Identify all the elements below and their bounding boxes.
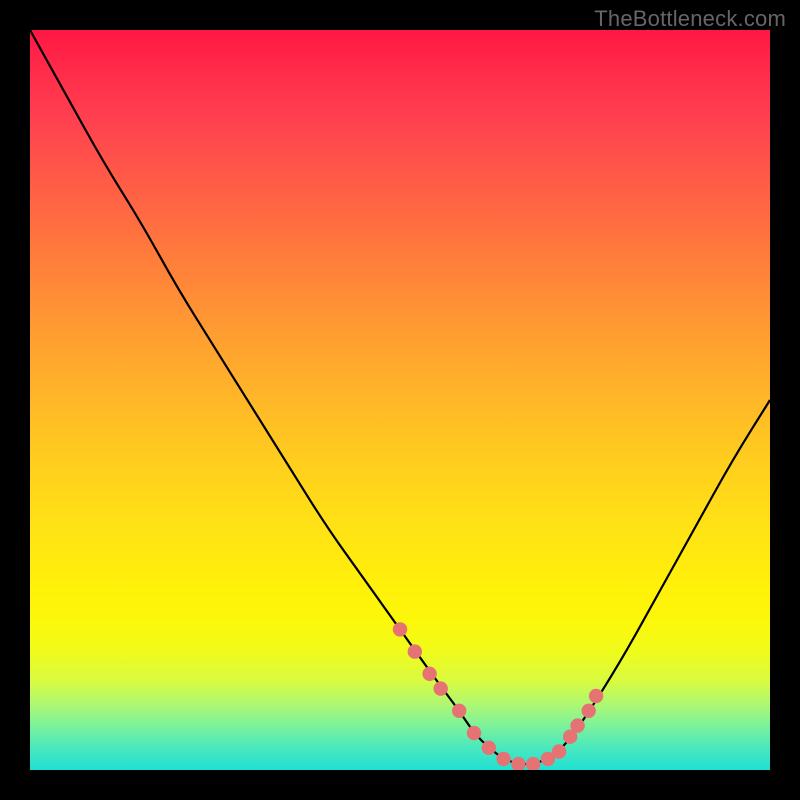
chart-svg: [30, 30, 770, 770]
highlight-dots-group: [393, 622, 604, 770]
highlight-dot: [408, 644, 422, 658]
highlight-dot: [526, 757, 540, 770]
chart-frame: TheBottleneck.com: [0, 0, 800, 800]
highlight-dot: [467, 726, 481, 740]
highlight-dot: [511, 757, 525, 770]
highlight-dot: [570, 718, 584, 732]
highlight-dot: [482, 741, 496, 755]
highlight-dot: [552, 744, 566, 758]
highlight-dot: [589, 689, 603, 703]
highlight-dot: [434, 681, 448, 695]
bottleneck-curve: [30, 30, 770, 764]
highlight-dot: [452, 704, 466, 718]
highlight-dot: [393, 622, 407, 636]
highlight-dot: [582, 704, 596, 718]
watermark-text: TheBottleneck.com: [594, 6, 786, 32]
highlight-dot: [496, 752, 510, 766]
plot-area: [30, 30, 770, 770]
highlight-dot: [422, 667, 436, 681]
